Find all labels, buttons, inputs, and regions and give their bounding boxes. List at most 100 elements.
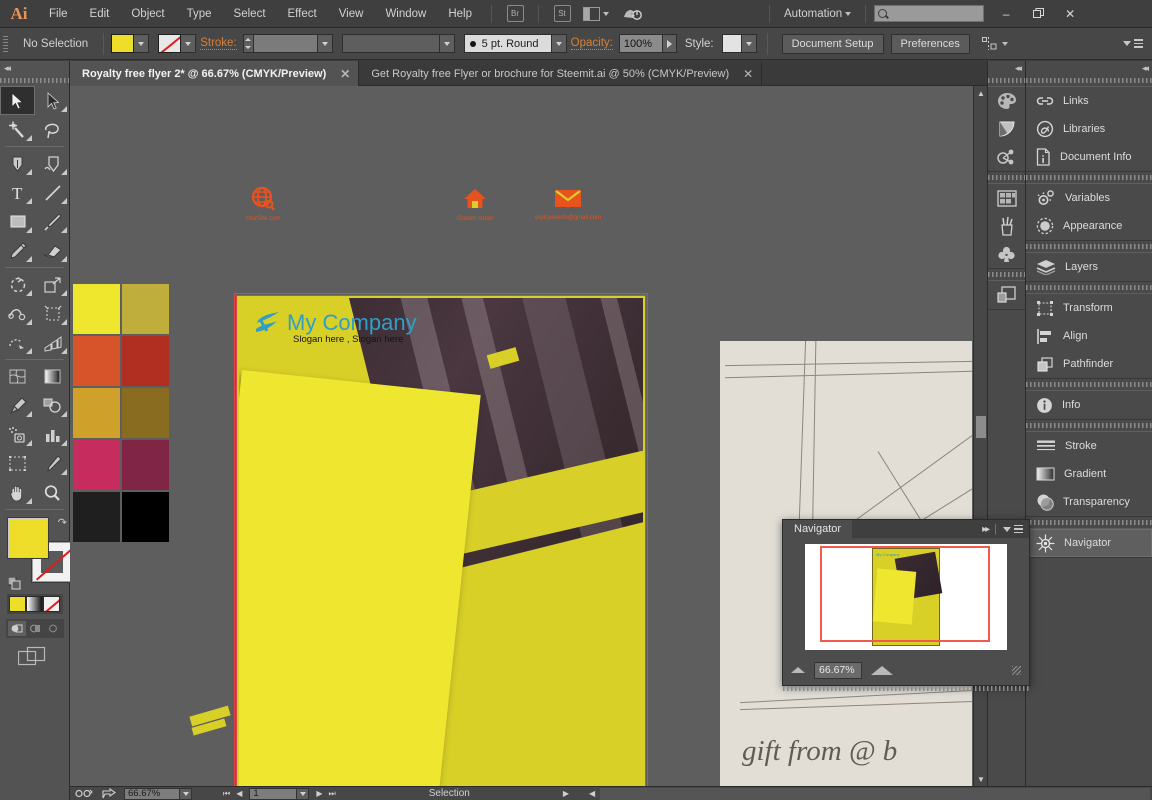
status-share-button[interactable] <box>98 787 120 800</box>
swatch-cell[interactable] <box>122 336 169 386</box>
panel-navigator[interactable]: Navigator <box>1026 529 1152 557</box>
none-mode-button[interactable] <box>43 596 60 612</box>
fill-swatch[interactable] <box>111 34 135 53</box>
dock-wide-grip-2[interactable] <box>1026 172 1152 183</box>
close-button[interactable]: ✕ <box>1054 3 1086 25</box>
stroke-weight-field[interactable] <box>253 34 318 53</box>
opacity-popup-button[interactable] <box>662 34 677 53</box>
contact-email[interactable]: erployeeinfo@gmail.com <box>535 187 601 221</box>
tool-width[interactable] <box>0 299 35 328</box>
search-input[interactable] <box>874 5 985 22</box>
menu-help[interactable]: Help <box>437 0 483 28</box>
panel-pathfinder[interactable]: Pathfinder <box>1026 350 1152 378</box>
tool-pen[interactable] <box>0 149 35 178</box>
stroke-profile-control[interactable] <box>341 34 455 53</box>
stroke-weight-control[interactable] <box>242 34 333 53</box>
swap-fill-stroke-icon[interactable]: ↷ <box>58 516 67 529</box>
stroke-profile-dropdown[interactable] <box>439 34 455 53</box>
stroke-weight-dropdown[interactable] <box>317 34 333 53</box>
artboard-number-dropdown[interactable] <box>297 787 310 800</box>
menu-effect[interactable]: Effect <box>277 0 328 28</box>
navigator-panel[interactable]: Navigator ▸▸ | My Company 66.67% <box>782 519 1030 693</box>
tool-eraser[interactable] <box>35 236 70 265</box>
tab-get-royalty-free-flyer[interactable]: Get Royalty free Flyer or brochure for S… <box>359 61 763 86</box>
artboard-number-field[interactable]: 1 <box>249 787 298 800</box>
color-mode-button[interactable] <box>9 596 26 612</box>
cc-sync-button[interactable] <box>617 4 647 24</box>
tool-zoom[interactable] <box>35 478 70 507</box>
dock-narrow-grip-3[interactable] <box>988 269 1025 280</box>
tool-free-transform[interactable] <box>35 299 70 328</box>
tool-column-graph[interactable] <box>35 420 70 449</box>
dock-wide-grip-4[interactable] <box>1026 282 1152 293</box>
artboard-number-control[interactable]: 1 <box>249 787 310 800</box>
tool-direct-selection[interactable] <box>35 86 70 115</box>
panel-icon-color[interactable] <box>988 87 1025 115</box>
dock-narrow-collapse[interactable]: ◂◂ <box>988 61 1025 75</box>
brush-definition-field[interactable]: 5 pt. Round <box>463 34 552 53</box>
panel-transform[interactable]: Transform <box>1026 294 1152 322</box>
navigator-bottom-grip[interactable] <box>783 684 1029 693</box>
swatch-cell[interactable] <box>73 388 120 438</box>
tool-blend[interactable] <box>35 391 70 420</box>
tool-selection[interactable] <box>0 86 35 115</box>
panel-icon-edit-colors[interactable] <box>988 143 1025 171</box>
tool-type[interactable]: T <box>0 178 35 207</box>
horizontal-scrollbar[interactable] <box>600 787 1150 800</box>
automation-menu[interactable]: Automation <box>778 8 857 20</box>
menu-file[interactable]: File <box>38 0 79 28</box>
menu-edit[interactable]: Edit <box>79 0 121 28</box>
screen-mode-button[interactable] <box>17 646 69 671</box>
tool-paintbrush[interactable] <box>35 207 70 236</box>
scroll-up-arrow-icon[interactable]: ▲ <box>974 86 987 100</box>
panel-layers[interactable]: Layers <box>1026 253 1152 281</box>
swatch-cell[interactable] <box>122 492 169 542</box>
minimize-button[interactable]: – <box>990 3 1022 25</box>
fill-dropdown[interactable] <box>134 34 150 53</box>
panel-icon-color-guide[interactable] <box>988 115 1025 143</box>
preferences-button[interactable]: Preferences <box>890 33 970 54</box>
brush-definition-control[interactable]: 5 pt. Round <box>463 34 567 53</box>
swatch-cell[interactable] <box>122 284 169 334</box>
menu-select[interactable]: Select <box>223 0 277 28</box>
status-zoom-field[interactable]: 66.67% <box>124 787 180 800</box>
brush-definition-dropdown[interactable] <box>551 34 567 53</box>
align-popup-button[interactable] <box>981 37 1008 50</box>
panel-info[interactable]: Info <box>1026 391 1152 419</box>
color-swatch-palette[interactable] <box>73 284 170 542</box>
panel-icon-artboards[interactable] <box>988 281 1025 309</box>
stock-button[interactable]: St <box>549 4 575 24</box>
panel-icon-swatches[interactable] <box>988 184 1025 212</box>
tool-line-segment[interactable] <box>35 178 70 207</box>
dock-wide-grip-1[interactable] <box>1026 75 1152 86</box>
panel-icon-symbols[interactable] <box>988 240 1025 268</box>
artboard-next-button[interactable]: ▶ <box>313 789 325 798</box>
swatch-cell[interactable] <box>122 388 169 438</box>
scroll-down-arrow-icon[interactable]: ▼ <box>974 772 987 786</box>
stroke-dropdown[interactable] <box>181 34 197 53</box>
scroll-thumb[interactable] <box>976 416 986 438</box>
tool-scale[interactable] <box>35 270 70 299</box>
tool-magic-wand[interactable] <box>0 115 35 144</box>
toolbox-grip[interactable] <box>0 75 69 86</box>
navigator-tab[interactable]: Navigator <box>783 520 853 538</box>
dock-narrow-grip[interactable] <box>988 75 1025 86</box>
navigator-expand-icon[interactable]: ▸▸ <box>982 524 990 535</box>
fill-color-control[interactable] <box>111 34 150 53</box>
contact-website[interactable]: YourSite.com <box>245 186 280 222</box>
gradient-mode-button[interactable] <box>26 596 43 612</box>
panel-links[interactable]: Links <box>1026 87 1152 115</box>
swatch-cell[interactable] <box>122 440 169 490</box>
tab-close-icon-2[interactable]: ✕ <box>743 67 753 81</box>
panel-appearance[interactable]: Appearance <box>1026 212 1152 240</box>
swatch-cell[interactable] <box>73 284 120 334</box>
tool-hand[interactable] <box>0 478 35 507</box>
tool-rotate[interactable] <box>0 270 35 299</box>
status-zoom-control[interactable]: 66.67% <box>124 787 192 800</box>
tool-rectangle[interactable] <box>0 207 35 236</box>
default-fill-stroke-icon[interactable] <box>7 576 21 590</box>
status-rotate-view-button[interactable] <box>70 787 98 800</box>
stroke-color-control[interactable] <box>158 34 197 53</box>
menu-object[interactable]: Object <box>120 0 175 28</box>
bridge-button[interactable]: Br <box>502 4 528 24</box>
